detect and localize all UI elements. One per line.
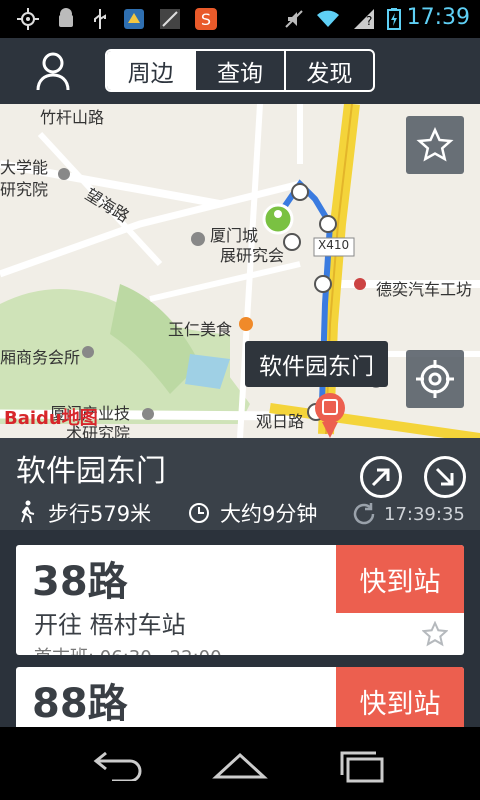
update-time: 17:39:35 bbox=[384, 504, 465, 525]
map-label-business: 厢商务会所 bbox=[0, 348, 81, 367]
svg-text:?: ? bbox=[366, 14, 372, 28]
gps-icon bbox=[17, 8, 39, 30]
walk-distance: 步行579米 bbox=[48, 502, 152, 526]
route-destination: 开往 梧村车站 bbox=[34, 611, 186, 639]
download-icon bbox=[160, 9, 180, 29]
refresh-icon[interactable] bbox=[350, 500, 378, 528]
route-hours: 首末班: 06:30—22:00 bbox=[34, 643, 222, 655]
map-label-xm-city2: 展研究会 bbox=[220, 246, 285, 265]
arrow-up-right-icon bbox=[371, 468, 390, 487]
recent-apps-icon[interactable] bbox=[334, 751, 390, 783]
bus-card[interactable]: 88路 快到站 bbox=[16, 667, 464, 727]
baidu-logo: Baidu地图 bbox=[4, 408, 98, 429]
favorite-map-button[interactable] bbox=[406, 116, 464, 174]
map-label-road-top: 竹杆山路 bbox=[40, 108, 105, 127]
tab-nearby[interactable]: 周边 bbox=[107, 51, 195, 90]
bus-list[interactable]: 38路 开往 梧村车站 首末班: 06:30—22:00 快到站 88路 快到站 bbox=[0, 530, 480, 727]
app-icon bbox=[124, 9, 144, 29]
signal-icon: ? bbox=[354, 9, 374, 29]
walk-icon bbox=[21, 500, 35, 524]
walk-duration: 大约9分钟 bbox=[220, 502, 318, 526]
tab-switcher: 周边 查询 发现 bbox=[105, 49, 375, 92]
arrow-down-right-icon bbox=[435, 467, 454, 486]
tab-discover[interactable]: 发现 bbox=[283, 51, 373, 90]
map-label-x410: X410 bbox=[318, 238, 350, 252]
status-bar: S ? 17:39 bbox=[0, 0, 480, 38]
navigate-button[interactable] bbox=[360, 456, 402, 498]
usb-icon bbox=[94, 9, 106, 29]
route-number: 38路 bbox=[32, 559, 128, 605]
locate-icon bbox=[416, 360, 454, 398]
star-icon[interactable] bbox=[422, 621, 448, 647]
stop-name: 软件园东门 bbox=[16, 454, 166, 489]
map-label-guanri-road: 观日路 bbox=[256, 412, 305, 431]
app-header: 周边 查询 发现 bbox=[0, 38, 480, 104]
arriving-soon-button[interactable]: 快到站 bbox=[336, 667, 464, 727]
wifi-icon bbox=[317, 10, 339, 27]
battery-icon bbox=[387, 8, 401, 30]
clock: 17:39 bbox=[406, 5, 470, 30]
stop-info-panel: 软件园东门 步行579米 大约9分钟 17:39:35 bbox=[0, 438, 480, 530]
clock-icon bbox=[189, 503, 209, 523]
map-view[interactable]: 竹杆山路 大学能 研究院 望海路 厦门城 展研究会 玉仁美食 厢商务会所 厦门产… bbox=[0, 104, 480, 438]
direction-button[interactable] bbox=[424, 456, 466, 498]
route-number: 88路 bbox=[32, 681, 128, 727]
arriving-soon-button[interactable]: 快到站 bbox=[336, 545, 464, 613]
user-profile-icon[interactable] bbox=[30, 48, 76, 94]
home-icon[interactable] bbox=[212, 751, 268, 781]
back-icon[interactable] bbox=[92, 747, 148, 781]
mute-icon bbox=[285, 10, 303, 28]
map-label-inst2: 研究院 bbox=[0, 180, 49, 199]
android-icon bbox=[59, 8, 73, 27]
system-nav-bar bbox=[0, 727, 480, 800]
map-label-deyi: 德奕汽车工坊 bbox=[376, 280, 473, 299]
bus-card[interactable]: 38路 开往 梧村车站 首末班: 06:30—22:00 快到站 bbox=[16, 545, 464, 655]
sogou-icon: S bbox=[195, 8, 217, 30]
star-icon bbox=[416, 126, 454, 162]
stop-callout[interactable]: 软件园东门 bbox=[245, 341, 388, 387]
map-label-inst: 大学能 bbox=[0, 158, 49, 177]
map-label-yuren: 玉仁美食 bbox=[168, 320, 233, 339]
svg-text:S: S bbox=[201, 10, 211, 29]
tab-query[interactable]: 查询 bbox=[194, 51, 283, 90]
locate-button[interactable] bbox=[406, 350, 464, 408]
